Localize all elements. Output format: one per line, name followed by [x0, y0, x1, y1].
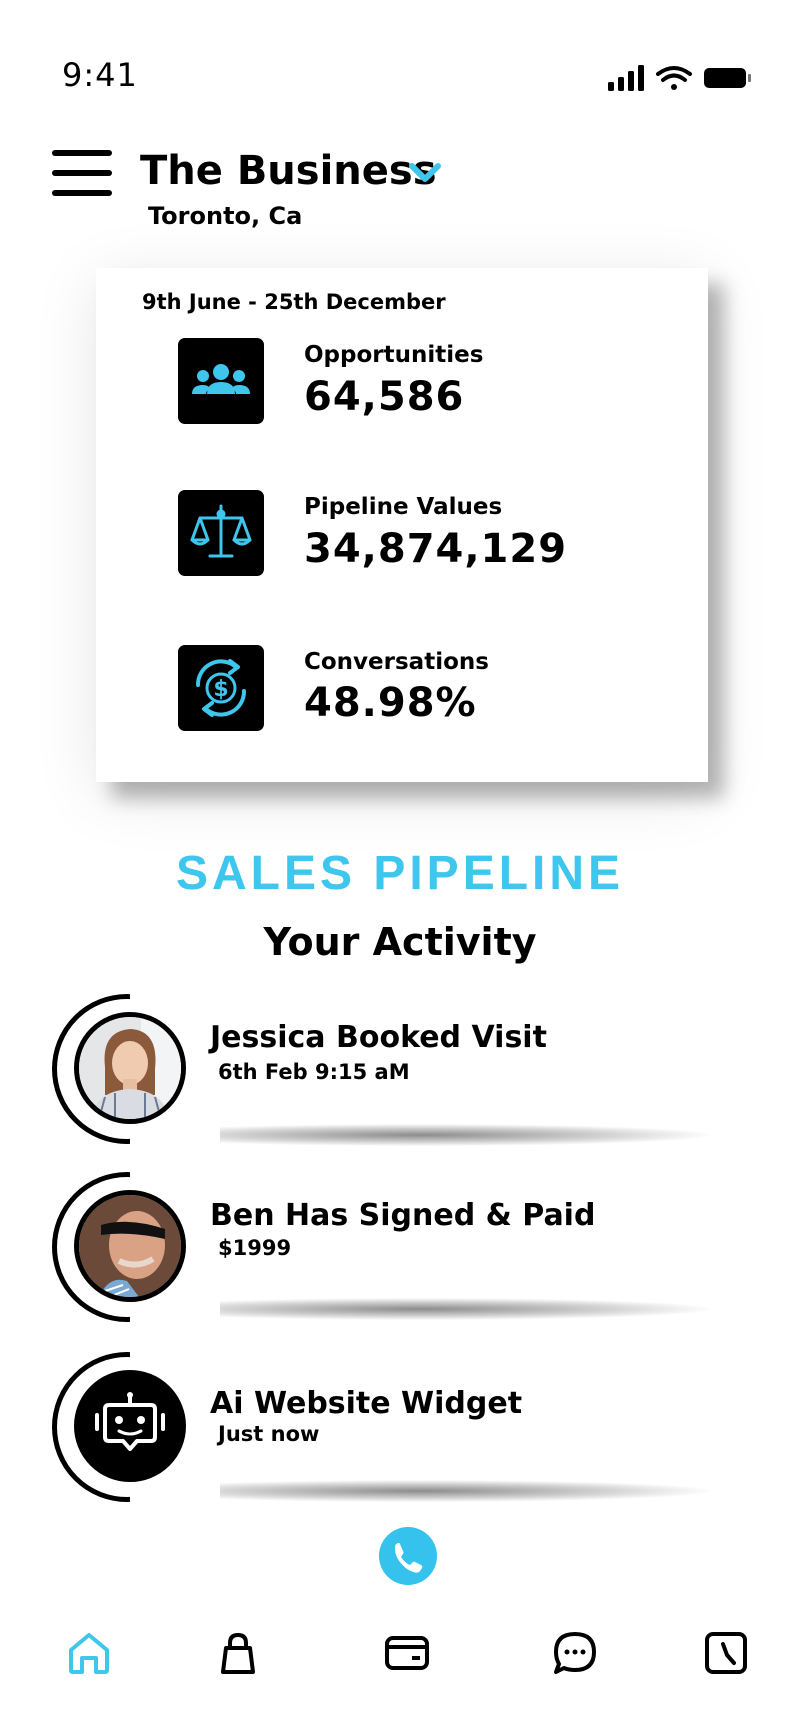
- activity-title: Jessica Booked Visit: [210, 1020, 547, 1055]
- date-range[interactable]: 9th June - 25th December: [142, 290, 446, 314]
- business-title[interactable]: The Business: [140, 148, 437, 194]
- cellular-signal-icon: [608, 65, 644, 91]
- people-group-icon: [178, 338, 264, 424]
- activity-subtitle: $1999: [218, 1236, 292, 1260]
- stat-label-conversations: Conversations: [304, 649, 489, 675]
- scale-balance-icon: [178, 490, 264, 576]
- stat-label-pipeline-values: Pipeline Values: [304, 494, 503, 520]
- woman-avatar: [74, 1012, 186, 1124]
- activity-title: Ben Has Signed & Paid: [210, 1198, 596, 1233]
- nav-bag-icon[interactable]: [213, 1628, 263, 1678]
- business-location: Toronto, Ca: [148, 202, 303, 230]
- section-title: SALES PIPELINE: [175, 847, 625, 900]
- activity-subtitle: 6th Feb 9:15 aM: [218, 1060, 410, 1084]
- activity-subtitle: Just now: [218, 1422, 320, 1446]
- activity-item[interactable]: Ai Website Widget Just now: [0, 1348, 800, 1508]
- svg-text:$: $: [213, 677, 228, 702]
- robot-chat-icon: [74, 1370, 186, 1482]
- activity-item[interactable]: Jessica Booked Visit 6th Feb 9:15 aM: [0, 990, 800, 1150]
- status-icons: [608, 65, 751, 91]
- nav-chat-bubble-icon[interactable]: [550, 1628, 600, 1678]
- section-subtitle: Your Activity: [263, 920, 537, 964]
- stat-value-opportunities: 64,586: [304, 374, 465, 420]
- stat-label-opportunities: Opportunities: [304, 342, 484, 368]
- nav-clock-icon[interactable]: [701, 1628, 751, 1678]
- battery-icon: [704, 68, 751, 88]
- hamburger-menu-icon[interactable]: [52, 150, 116, 196]
- phone-icon: [394, 1543, 423, 1573]
- dollar-exchange-icon: $: [178, 645, 264, 731]
- chevron-down-icon[interactable]: [408, 160, 442, 184]
- call-button[interactable]: [379, 1527, 437, 1585]
- man-sunglasses-avatar: [74, 1190, 186, 1302]
- activity-item[interactable]: Ben Has Signed & Paid $1999: [0, 1168, 800, 1328]
- activity-title: Ai Website Widget: [210, 1386, 523, 1421]
- status-time: 9:41: [62, 56, 138, 94]
- wifi-icon: [656, 66, 692, 90]
- nav-home-icon[interactable]: [64, 1628, 114, 1678]
- stat-value-conversations: 48.98%: [304, 680, 477, 726]
- stat-value-pipeline-values: 34,874,129: [304, 526, 568, 572]
- nav-wallet-icon[interactable]: [382, 1628, 432, 1678]
